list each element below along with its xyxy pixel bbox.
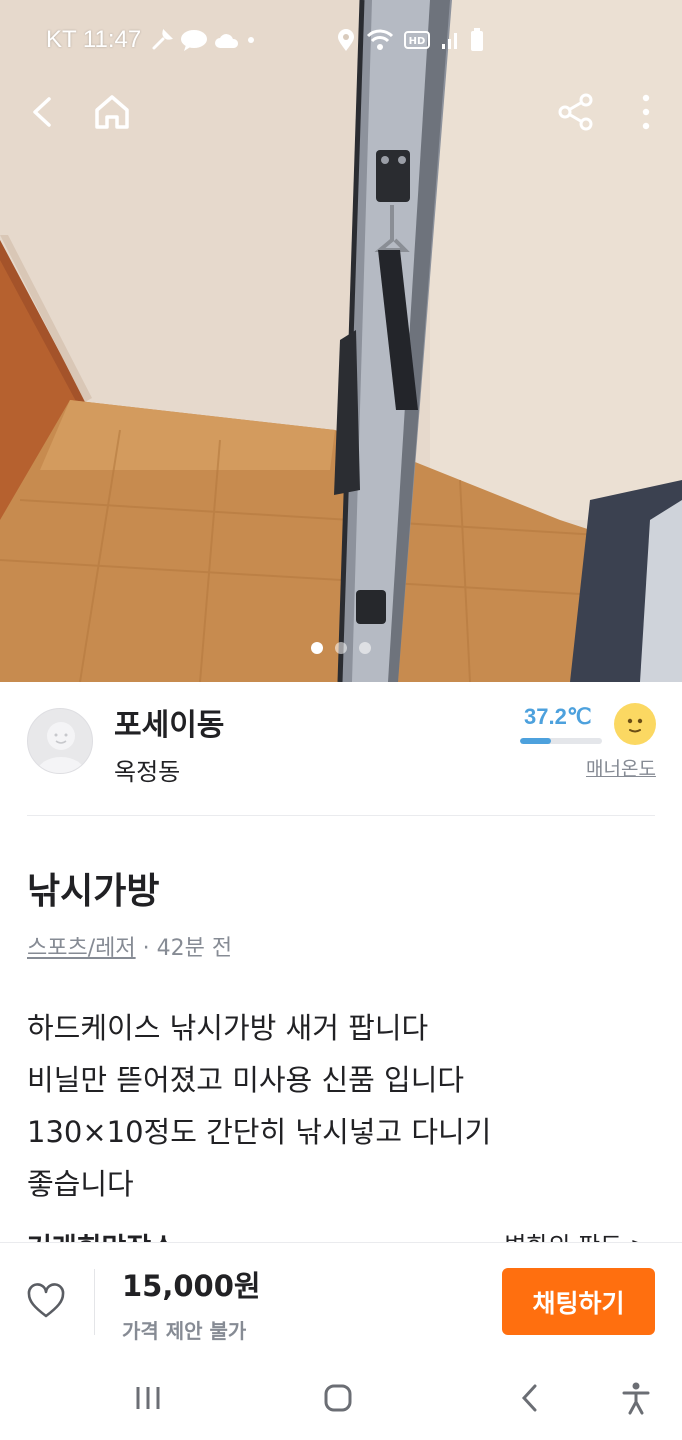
- product-photo[interactable]: KT 11:47 HD: [0, 0, 682, 682]
- status-bar: KT 11:47 HD: [0, 0, 682, 80]
- like-button[interactable]: [26, 1283, 66, 1319]
- description-line: 좋습니다: [27, 1167, 134, 1201]
- photo-page-dot: [335, 642, 347, 654]
- seller-name[interactable]: 포세이동: [114, 700, 224, 744]
- description-line: 130×10정도 간단히 낚시넣고 다니기: [27, 1115, 492, 1149]
- share-icon: [558, 93, 593, 131]
- wifi-icon: [366, 29, 394, 50]
- post-title: 낚시가방: [27, 871, 160, 912]
- accessibility-icon: [622, 1382, 650, 1415]
- hd-icon: HD: [404, 31, 430, 49]
- manner-temperature: 37.2℃: [524, 704, 592, 729]
- post-time: · 42분 전: [142, 936, 233, 961]
- system-back-button[interactable]: [510, 1378, 550, 1418]
- photo-page-dot: [359, 642, 371, 654]
- back-arrow-icon: [33, 97, 51, 127]
- photo-page-indicator: [0, 642, 682, 654]
- recent-apps-icon: [136, 1387, 160, 1409]
- manner-temperature-link[interactable]: 매너온도: [586, 754, 656, 781]
- chevron-left-icon: [521, 1384, 537, 1412]
- wrench-icon: [152, 29, 173, 50]
- signal-icon: [442, 33, 457, 49]
- more-vertical-icon: [642, 94, 650, 130]
- description-line: 비닐만 뜯어졌고 미사용 신품 입니다: [27, 1063, 465, 1097]
- price-negotiation-status: 가격 제안 불가: [122, 1319, 247, 1343]
- system-navigation-bar: [0, 1356, 682, 1440]
- photo-page-dot: [311, 642, 323, 654]
- description-line: 하드케이스 낚시가방 새거 팝니다: [27, 1011, 429, 1045]
- divider: [27, 815, 655, 816]
- share-button[interactable]: [548, 84, 604, 140]
- separator: [94, 1269, 95, 1335]
- home-icon: [95, 95, 129, 129]
- back-button[interactable]: [16, 84, 72, 140]
- price: 15,000원: [122, 1269, 261, 1303]
- category-link[interactable]: 스포츠/레저: [27, 936, 136, 961]
- bottom-action-bar: 15,000원 가격 제안 불가 채팅하기: [0, 1242, 682, 1356]
- dot-icon: [248, 37, 254, 43]
- heart-icon: [27, 1283, 65, 1318]
- trade-location-link[interactable]: 변화의 판도 >: [504, 1226, 650, 1242]
- accessibility-button[interactable]: [616, 1378, 656, 1418]
- trade-location-row[interactable]: 거래희망장소 변화의 판도 >: [0, 1226, 682, 1242]
- home-button[interactable]: [84, 84, 140, 140]
- talk-icon: [181, 30, 207, 51]
- cloud-icon: [215, 34, 239, 48]
- manner-temperature-bar: [520, 738, 602, 744]
- seller-section[interactable]: 포세이동 옥정동 37.2℃ 매너온도: [0, 682, 682, 816]
- battery-icon: [471, 28, 483, 51]
- more-options-button[interactable]: [618, 84, 674, 140]
- square-home-icon: [324, 1384, 352, 1412]
- post-meta: 스포츠/레저 · 42분 전: [27, 930, 232, 962]
- svg-text:HD: HD: [409, 36, 426, 47]
- location-icon: [338, 29, 354, 51]
- system-home-button[interactable]: [318, 1378, 358, 1418]
- status-time: KT 11:47: [46, 26, 142, 53]
- avatar[interactable]: [27, 708, 93, 774]
- chat-button[interactable]: 채팅하기: [502, 1268, 655, 1335]
- seller-location: 옥정동: [114, 758, 181, 786]
- recent-apps-button[interactable]: [128, 1378, 168, 1418]
- manner-temperature-fill: [520, 738, 551, 744]
- trade-location-label: 거래희망장소: [27, 1226, 176, 1242]
- default-avatar-icon: [37, 722, 85, 773]
- post-description: 하드케이스 낚시가방 새거 팝니다 비닐만 뜯어졌고 미사용 신품 입니다 13…: [27, 1002, 647, 1210]
- smile-face-icon: [614, 703, 656, 745]
